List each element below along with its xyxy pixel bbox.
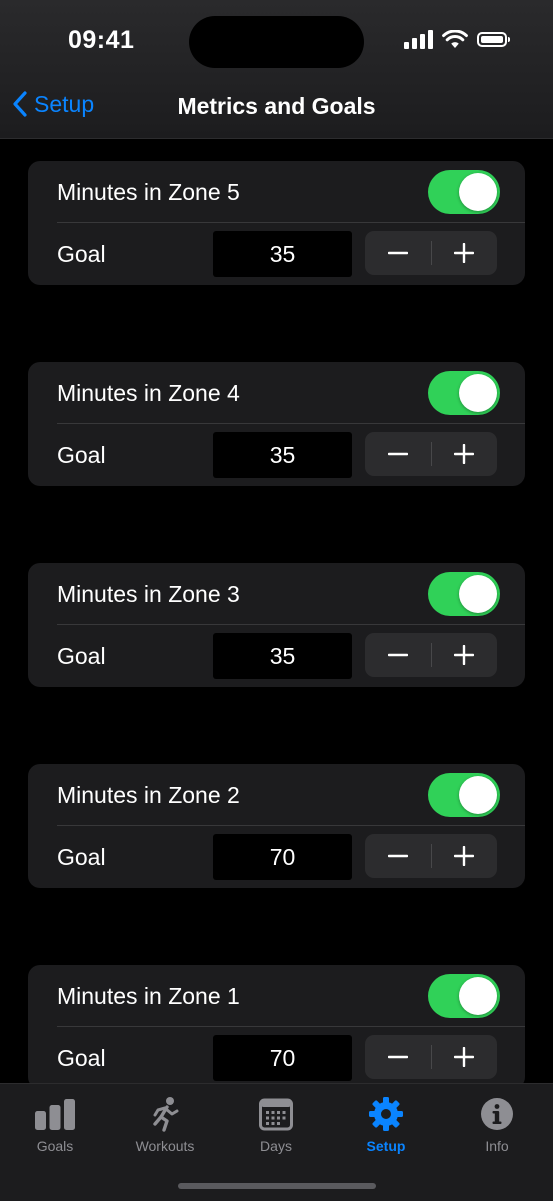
metric-label: Minutes in Zone 4 <box>57 380 240 406</box>
goal-row: Goal <box>28 424 525 486</box>
increment-button[interactable] <box>432 834 498 878</box>
toggle-knob <box>459 374 497 412</box>
tab-label: Days <box>260 1138 292 1154</box>
goal-label: Goal <box>57 442 106 468</box>
goal-label: Goal <box>57 241 106 267</box>
status-time: 09:41 <box>68 26 135 54</box>
increment-button[interactable] <box>432 432 498 476</box>
tab-setup[interactable]: Setup <box>331 1094 441 1154</box>
increment-button[interactable] <box>432 1035 498 1079</box>
tab-label: Info <box>485 1138 509 1154</box>
tab-label: Goals <box>36 1138 74 1154</box>
goal-value-field[interactable] <box>213 432 352 478</box>
goal-stepper <box>365 633 497 677</box>
goal-stepper <box>365 432 497 476</box>
goal-value-field[interactable] <box>213 633 352 679</box>
metric-toggle[interactable] <box>428 572 500 616</box>
metric-label: Minutes in Zone 5 <box>57 179 240 205</box>
minus-icon <box>387 653 408 657</box>
goal-value-field[interactable] <box>213 1035 352 1081</box>
metric-toggle-row: Minutes in Zone 4 <box>28 362 525 424</box>
goal-value-field[interactable] <box>213 231 352 277</box>
top-chrome: 09:41 Setup Metrics and Goals <box>0 0 553 139</box>
metric-toggle-row: Minutes in Zone 5 <box>28 161 525 223</box>
gear-icon <box>369 1097 403 1131</box>
page-title: Metrics and Goals <box>177 93 376 119</box>
plus-icon <box>454 444 475 464</box>
tab-label: Workouts <box>135 1138 195 1154</box>
increment-button[interactable] <box>432 231 498 275</box>
goal-label: Goal <box>57 1045 106 1071</box>
tab-label: Setup <box>366 1138 406 1154</box>
metric-label: Minutes in Zone 1 <box>57 983 240 1009</box>
status-indicators <box>404 30 510 49</box>
plus-icon <box>454 846 475 866</box>
increment-button[interactable] <box>432 633 498 677</box>
toggle-knob <box>459 776 497 814</box>
goal-row: Goal <box>28 1027 525 1089</box>
metric-toggle-row: Minutes in Zone 3 <box>28 563 525 625</box>
plus-icon <box>454 243 475 263</box>
bar-chart-icon <box>35 1099 75 1130</box>
dynamic-island <box>189 16 364 68</box>
goal-row: Goal <box>28 223 525 285</box>
metric-card-zone-4: Minutes in Zone 4 Goal <box>28 362 525 486</box>
metric-label: Minutes in Zone 3 <box>57 581 240 607</box>
metric-toggle[interactable] <box>428 170 500 214</box>
minus-icon <box>387 452 408 456</box>
metric-toggle[interactable] <box>428 974 500 1018</box>
goal-stepper <box>365 1035 497 1079</box>
decrement-button[interactable] <box>365 633 431 677</box>
home-indicator[interactable] <box>178 1183 376 1189</box>
plus-icon <box>454 1047 475 1067</box>
metric-toggle[interactable] <box>428 773 500 817</box>
decrement-button[interactable] <box>365 432 431 476</box>
goal-label: Goal <box>57 643 106 669</box>
goal-stepper <box>365 834 497 878</box>
metric-toggle-row: Minutes in Zone 2 <box>28 764 525 826</box>
decrement-button[interactable] <box>365 1035 431 1079</box>
tab-info[interactable]: Info <box>442 1094 552 1154</box>
goal-label: Goal <box>57 844 106 870</box>
metric-card-zone-1: Minutes in Zone 1 Goal <box>28 965 525 1089</box>
decrement-button[interactable] <box>365 834 431 878</box>
toggle-knob <box>459 575 497 613</box>
plus-icon <box>454 645 475 665</box>
metric-card-zone-3: Minutes in Zone 3 Goal <box>28 563 525 687</box>
metric-label: Minutes in Zone 2 <box>57 782 240 808</box>
goal-stepper <box>365 231 497 275</box>
metric-toggle[interactable] <box>428 371 500 415</box>
cellular-signal-icon <box>404 30 433 49</box>
info-icon <box>481 1098 513 1130</box>
wifi-icon <box>442 30 468 48</box>
minus-icon <box>387 854 408 858</box>
battery-icon <box>477 32 510 47</box>
goal-row: Goal <box>28 625 525 687</box>
toggle-knob <box>459 173 497 211</box>
metric-toggle-row: Minutes in Zone 1 <box>28 965 525 1027</box>
tab-workouts[interactable]: Workouts <box>110 1094 220 1154</box>
tab-days[interactable]: Days <box>221 1094 331 1154</box>
running-figure-icon <box>153 1097 179 1132</box>
minus-icon <box>387 251 408 255</box>
minus-icon <box>387 1055 408 1059</box>
goal-row: Goal <box>28 826 525 888</box>
goal-value-field[interactable] <box>213 834 352 880</box>
toggle-knob <box>459 977 497 1015</box>
tab-goals[interactable]: Goals <box>0 1094 110 1154</box>
metric-card-zone-2: Minutes in Zone 2 Goal <box>28 764 525 888</box>
decrement-button[interactable] <box>365 231 431 275</box>
tab-bar: Goals Workouts Days Setup Info <box>0 1083 553 1201</box>
calendar-icon <box>259 1098 293 1131</box>
metric-card-zone-5: Minutes in Zone 5 Goal <box>28 161 525 285</box>
